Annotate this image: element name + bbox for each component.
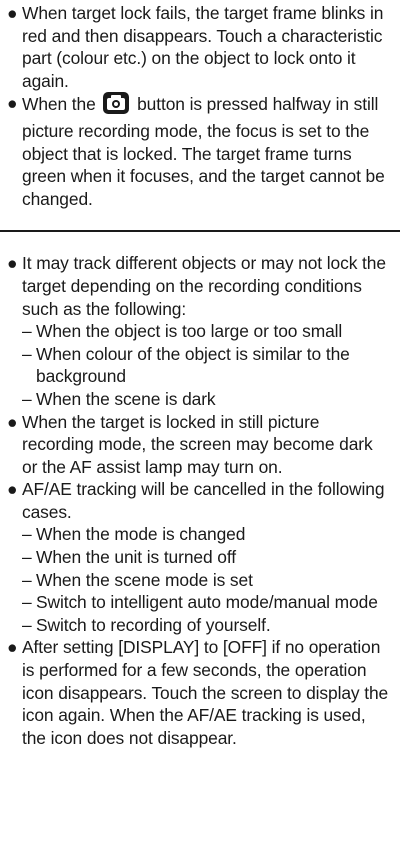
bullet-icon: ● bbox=[7, 93, 18, 114]
sub-item-text: Switch to intelligent auto mode/manual m… bbox=[36, 592, 378, 613]
sub-item-text: When the scene mode is set bbox=[36, 569, 253, 590]
sub-item: – When colour of the object is similar t… bbox=[7, 343, 392, 388]
note-tracking-cancelled: ● AF/AE tracking will be cancelled in th… bbox=[7, 478, 392, 523]
manual-page: ● When target lock fails, the target fra… bbox=[0, 0, 400, 863]
notes-section-bottom: ● It may track different objects or may … bbox=[7, 252, 392, 749]
sub-item-text: When the unit is turned off bbox=[36, 547, 236, 568]
bullet-icon: ● bbox=[7, 3, 18, 23]
sub-item: – When the object is too large or too sm… bbox=[7, 320, 392, 343]
sub-item: – Switch to intelligent auto mode/manual… bbox=[7, 591, 392, 614]
note-text: When the target is locked in still pictu… bbox=[22, 411, 373, 477]
sub-item-text: When the object is too large or too smal… bbox=[36, 321, 343, 342]
sub-item-text: When colour of the object is similar to … bbox=[36, 343, 350, 387]
dash-icon: – bbox=[22, 524, 32, 545]
sub-item: – When the unit is turned off bbox=[7, 546, 392, 569]
bullet-icon: ● bbox=[7, 411, 18, 432]
sub-item: – Switch to recording of yourself. bbox=[7, 614, 392, 637]
notes-section-top: ● When target lock fails, the target fra… bbox=[7, 2, 392, 210]
note-target-lock-fails: ● When target lock fails, the target fra… bbox=[7, 2, 392, 92]
note-text-before-icon: When the bbox=[22, 94, 96, 115]
sub-item-text: Switch to recording of yourself. bbox=[36, 614, 271, 635]
sub-item: – When the scene mode is set bbox=[7, 569, 392, 592]
note-tracking-conditions: ● It may track different objects or may … bbox=[7, 252, 392, 320]
note-text: When target lock fails, the target frame… bbox=[22, 3, 384, 91]
dash-icon: – bbox=[22, 343, 32, 364]
bullet-icon: ● bbox=[7, 253, 18, 274]
dash-icon: – bbox=[22, 614, 32, 635]
note-screen-dark: ● When the target is locked in still pic… bbox=[7, 411, 392, 479]
sub-item: – When the mode is changed bbox=[7, 523, 392, 546]
note-display-off: ● After setting [DISPLAY] to [OFF] if no… bbox=[7, 636, 392, 749]
note-text: It may track different objects or may no… bbox=[22, 253, 386, 319]
dash-icon: – bbox=[22, 569, 32, 590]
dash-icon: – bbox=[22, 547, 32, 568]
sub-item-text: When the mode is changed bbox=[36, 524, 246, 545]
dash-icon: – bbox=[22, 388, 32, 409]
camera-button-icon bbox=[103, 92, 130, 120]
bullet-icon: ● bbox=[7, 479, 18, 500]
section-divider bbox=[0, 230, 400, 233]
bullet-icon: ● bbox=[7, 637, 18, 658]
sub-item: – When the scene is dark bbox=[7, 388, 392, 411]
dash-icon: – bbox=[22, 321, 32, 342]
note-shutter-halfway: ● When the button is pressed halfway in … bbox=[7, 92, 392, 210]
note-text: After setting [DISPLAY] to [OFF] if no o… bbox=[22, 637, 389, 748]
sub-item-text: When the scene is dark bbox=[36, 388, 216, 409]
note-text: AF/AE tracking will be cancelled in the … bbox=[22, 479, 385, 522]
dash-icon: – bbox=[22, 592, 32, 613]
